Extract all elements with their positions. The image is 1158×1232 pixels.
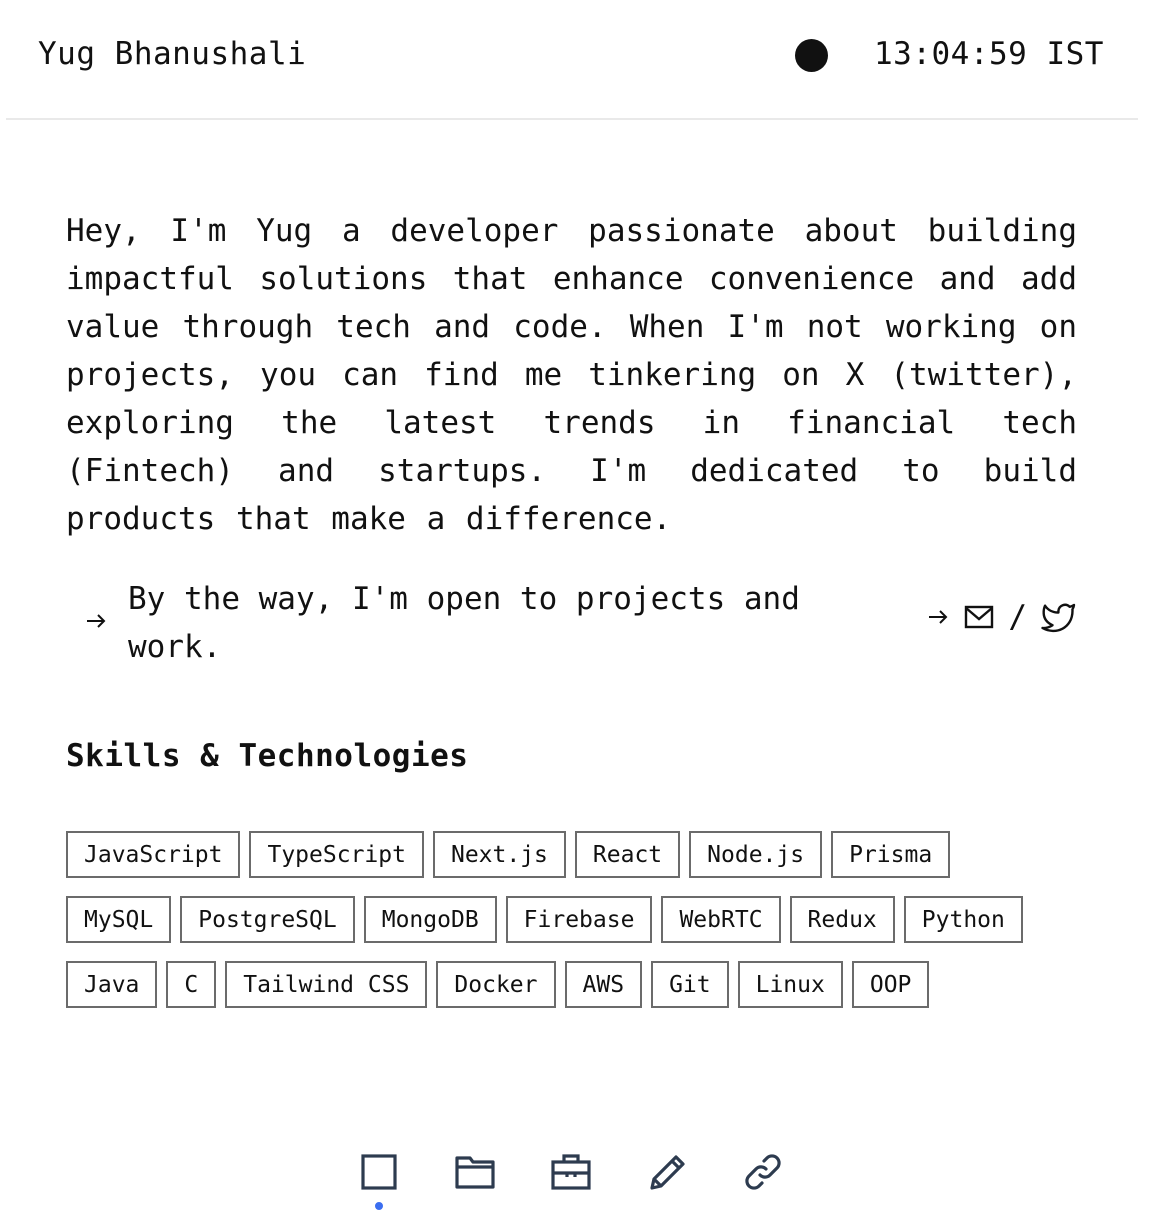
- skills-list: JavaScript TypeScript Next.js React Node…: [66, 831, 1066, 1008]
- skill-chip: Prisma: [831, 831, 951, 878]
- skill-chip: OOP: [851, 961, 930, 1008]
- theme-toggle-icon[interactable]: [795, 39, 828, 72]
- mail-icon[interactable]: [964, 603, 994, 631]
- briefcase-icon[interactable]: [547, 1148, 595, 1196]
- skill-chip: TypeScript: [249, 831, 424, 878]
- skill-chip: MongoDB: [363, 896, 497, 943]
- pencil-icon[interactable]: [643, 1148, 691, 1196]
- header-divider: [6, 118, 1138, 120]
- skill-chip: React: [574, 831, 681, 878]
- clock: 13:04:59 IST: [874, 36, 1104, 72]
- open-to-work-row: By the way, I'm open to projects and wor…: [66, 575, 1077, 675]
- skill-chip: Next.js: [432, 831, 566, 878]
- active-indicator: [375, 1202, 383, 1210]
- skill-chip: Python: [903, 896, 1023, 943]
- skill-chip: Java: [66, 961, 158, 1008]
- skill-chip: Docker: [436, 961, 556, 1008]
- skill-chip: WebRTC: [661, 896, 781, 943]
- home-square-icon[interactable]: [355, 1148, 403, 1196]
- skill-chip: C: [166, 961, 217, 1008]
- bottom-dock: [0, 1140, 1158, 1230]
- skill-chip: PostgreSQL: [180, 896, 355, 943]
- link-icon[interactable]: [739, 1148, 787, 1196]
- arrow-right-icon: [84, 609, 108, 640]
- twitter-icon[interactable]: [1041, 601, 1077, 633]
- open-to-work-text: By the way, I'm open to projects and wor…: [128, 581, 800, 665]
- skill-chip: Linux: [737, 961, 843, 1008]
- skill-chip: Firebase: [505, 896, 653, 943]
- site-header: Yug Bhanushali 13:04:59 IST: [0, 0, 1158, 110]
- link-separator: /: [1008, 598, 1027, 635]
- bio-paragraph: Hey, I'm Yug a developer passionate abou…: [66, 213, 1077, 537]
- skill-chip: AWS: [564, 961, 643, 1008]
- site-name[interactable]: Yug Bhanushali: [38, 36, 306, 72]
- contact-links: /: [926, 601, 1077, 633]
- skill-chip: JavaScript: [66, 831, 241, 878]
- skill-chip: Node.js: [689, 831, 823, 878]
- skill-chip: Git: [651, 961, 729, 1008]
- skill-chip: Redux: [789, 896, 895, 943]
- folder-icon[interactable]: [451, 1148, 499, 1196]
- skill-chip: MySQL: [66, 896, 172, 943]
- arrow-right-icon: [926, 605, 950, 629]
- skill-chip: Tailwind CSS: [225, 961, 428, 1008]
- skills-heading: Skills & Technologies: [66, 738, 469, 774]
